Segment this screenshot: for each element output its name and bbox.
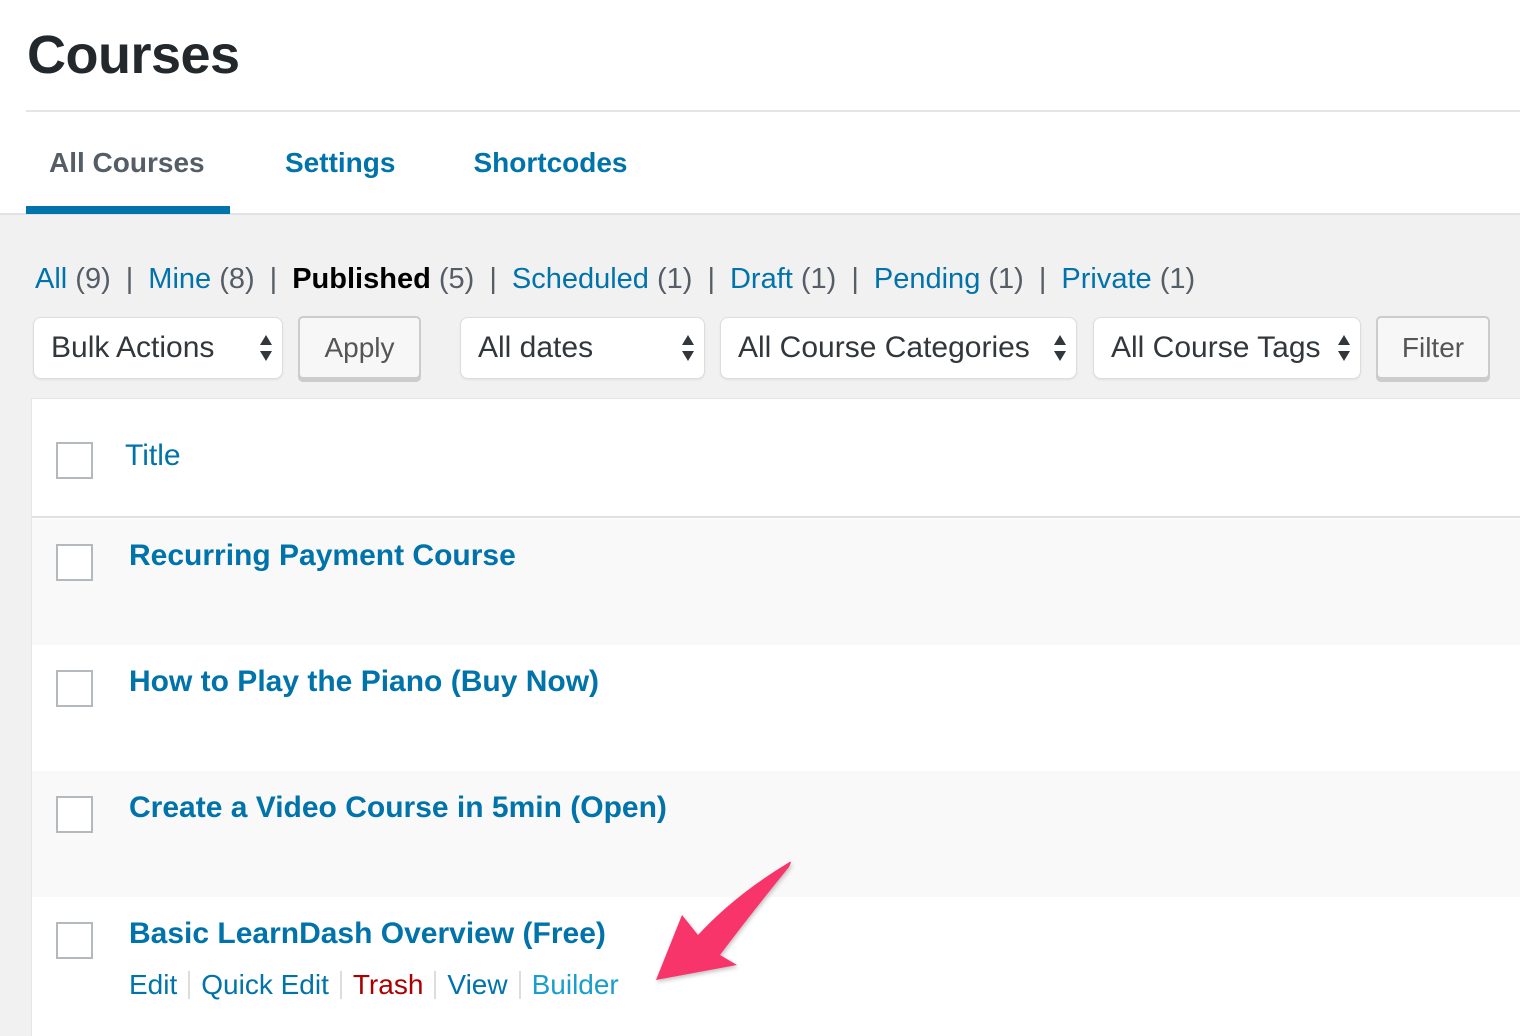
filter-published-count: (5) <box>438 263 475 295</box>
status-filter-links: All (9) | Mine (8) | Published (5) | Sch… <box>35 263 1195 296</box>
row-checkbox[interactable] <box>56 544 93 581</box>
row-checkbox[interactable] <box>56 670 93 707</box>
select-all-checkbox[interactable] <box>56 442 93 479</box>
tab-all-courses[interactable]: All Courses <box>26 112 230 214</box>
table-row: Basic LearnDash Overview (Free) Edit Qui… <box>32 897 1520 1023</box>
tab-bar: All Courses Settings Shortcodes <box>26 112 628 215</box>
select-arrows-icon <box>1054 335 1066 361</box>
row-actions: Edit Quick Edit Trash View Builder <box>129 969 619 1001</box>
course-tags-value: All Course Tags <box>1111 331 1321 364</box>
row-title-link[interactable]: Create a Video Course in 5min (Open) <box>129 791 667 825</box>
filter-mine[interactable]: Mine <box>148 263 211 296</box>
action-separator <box>188 971 191 999</box>
course-categories-select[interactable]: All Course Categories <box>720 317 1077 379</box>
filter-scheduled[interactable]: Scheduled <box>512 263 649 296</box>
page-title: Courses <box>27 25 240 85</box>
page-header: Courses All Courses Settings Shortcodes <box>0 0 1520 215</box>
filter-draft-count: (1) <box>800 263 837 295</box>
separator: | <box>125 263 134 295</box>
filter-pending-count: (1) <box>988 263 1024 295</box>
filter-all[interactable]: All <box>35 263 67 296</box>
row-title-link[interactable]: How to Play the Piano (Buy Now) <box>129 665 599 699</box>
view-link[interactable]: View <box>447 969 507 1001</box>
filter-scheduled-count: (1) <box>656 263 693 295</box>
course-categories-value: All Course Categories <box>738 331 1030 364</box>
filter-button[interactable]: Filter <box>1376 316 1490 379</box>
table-header: Title <box>32 399 1520 518</box>
action-separator <box>518 971 521 999</box>
select-arrows-icon <box>1338 335 1350 361</box>
course-tags-select[interactable]: All Course Tags <box>1093 317 1361 379</box>
row-title-link[interactable]: Recurring Payment Course <box>129 539 516 573</box>
row-checkbox[interactable] <box>56 796 93 833</box>
action-separator <box>339 971 342 999</box>
action-separator <box>434 971 437 999</box>
separator: | <box>707 263 715 295</box>
filter-private[interactable]: Private <box>1061 263 1151 296</box>
dates-select[interactable]: All dates <box>460 317 705 379</box>
bulk-actions-select[interactable]: Bulk Actions <box>33 317 283 379</box>
courses-table: Title Recurring Payment Course How to Pl… <box>31 398 1520 1036</box>
tab-shortcodes[interactable]: Shortcodes <box>473 112 627 213</box>
bulk-actions-value: Bulk Actions <box>51 331 215 364</box>
filter-private-count: (1) <box>1159 263 1196 295</box>
table-row: How to Play the Piano (Buy Now) <box>32 645 1520 771</box>
builder-link[interactable]: Builder <box>532 969 619 1001</box>
table-row: Recurring Payment Course <box>32 519 1520 645</box>
table-row: Create a Video Course in 5min (Open) <box>32 771 1520 897</box>
trash-link[interactable]: Trash <box>353 969 424 1001</box>
apply-button[interactable]: Apply <box>298 316 421 379</box>
edit-link[interactable]: Edit <box>129 969 177 1001</box>
separator: | <box>269 263 278 295</box>
select-arrows-icon <box>260 335 272 361</box>
separator: | <box>1038 263 1047 295</box>
dates-value: All dates <box>478 331 594 364</box>
filter-pending[interactable]: Pending <box>874 263 980 296</box>
filter-all-count: (9) <box>75 263 111 295</box>
quick-edit-link[interactable]: Quick Edit <box>201 969 329 1001</box>
filter-mine-count: (8) <box>219 263 255 295</box>
row-title-link[interactable]: Basic LearnDash Overview (Free) <box>129 917 606 951</box>
filter-published[interactable]: Published <box>292 263 431 296</box>
select-arrows-icon <box>682 335 694 361</box>
tab-settings[interactable]: Settings <box>285 112 395 213</box>
filter-draft[interactable]: Draft <box>730 263 793 296</box>
separator: | <box>851 263 859 295</box>
column-header-title[interactable]: Title <box>125 439 181 473</box>
separator: | <box>489 263 497 295</box>
row-checkbox[interactable] <box>56 922 93 959</box>
